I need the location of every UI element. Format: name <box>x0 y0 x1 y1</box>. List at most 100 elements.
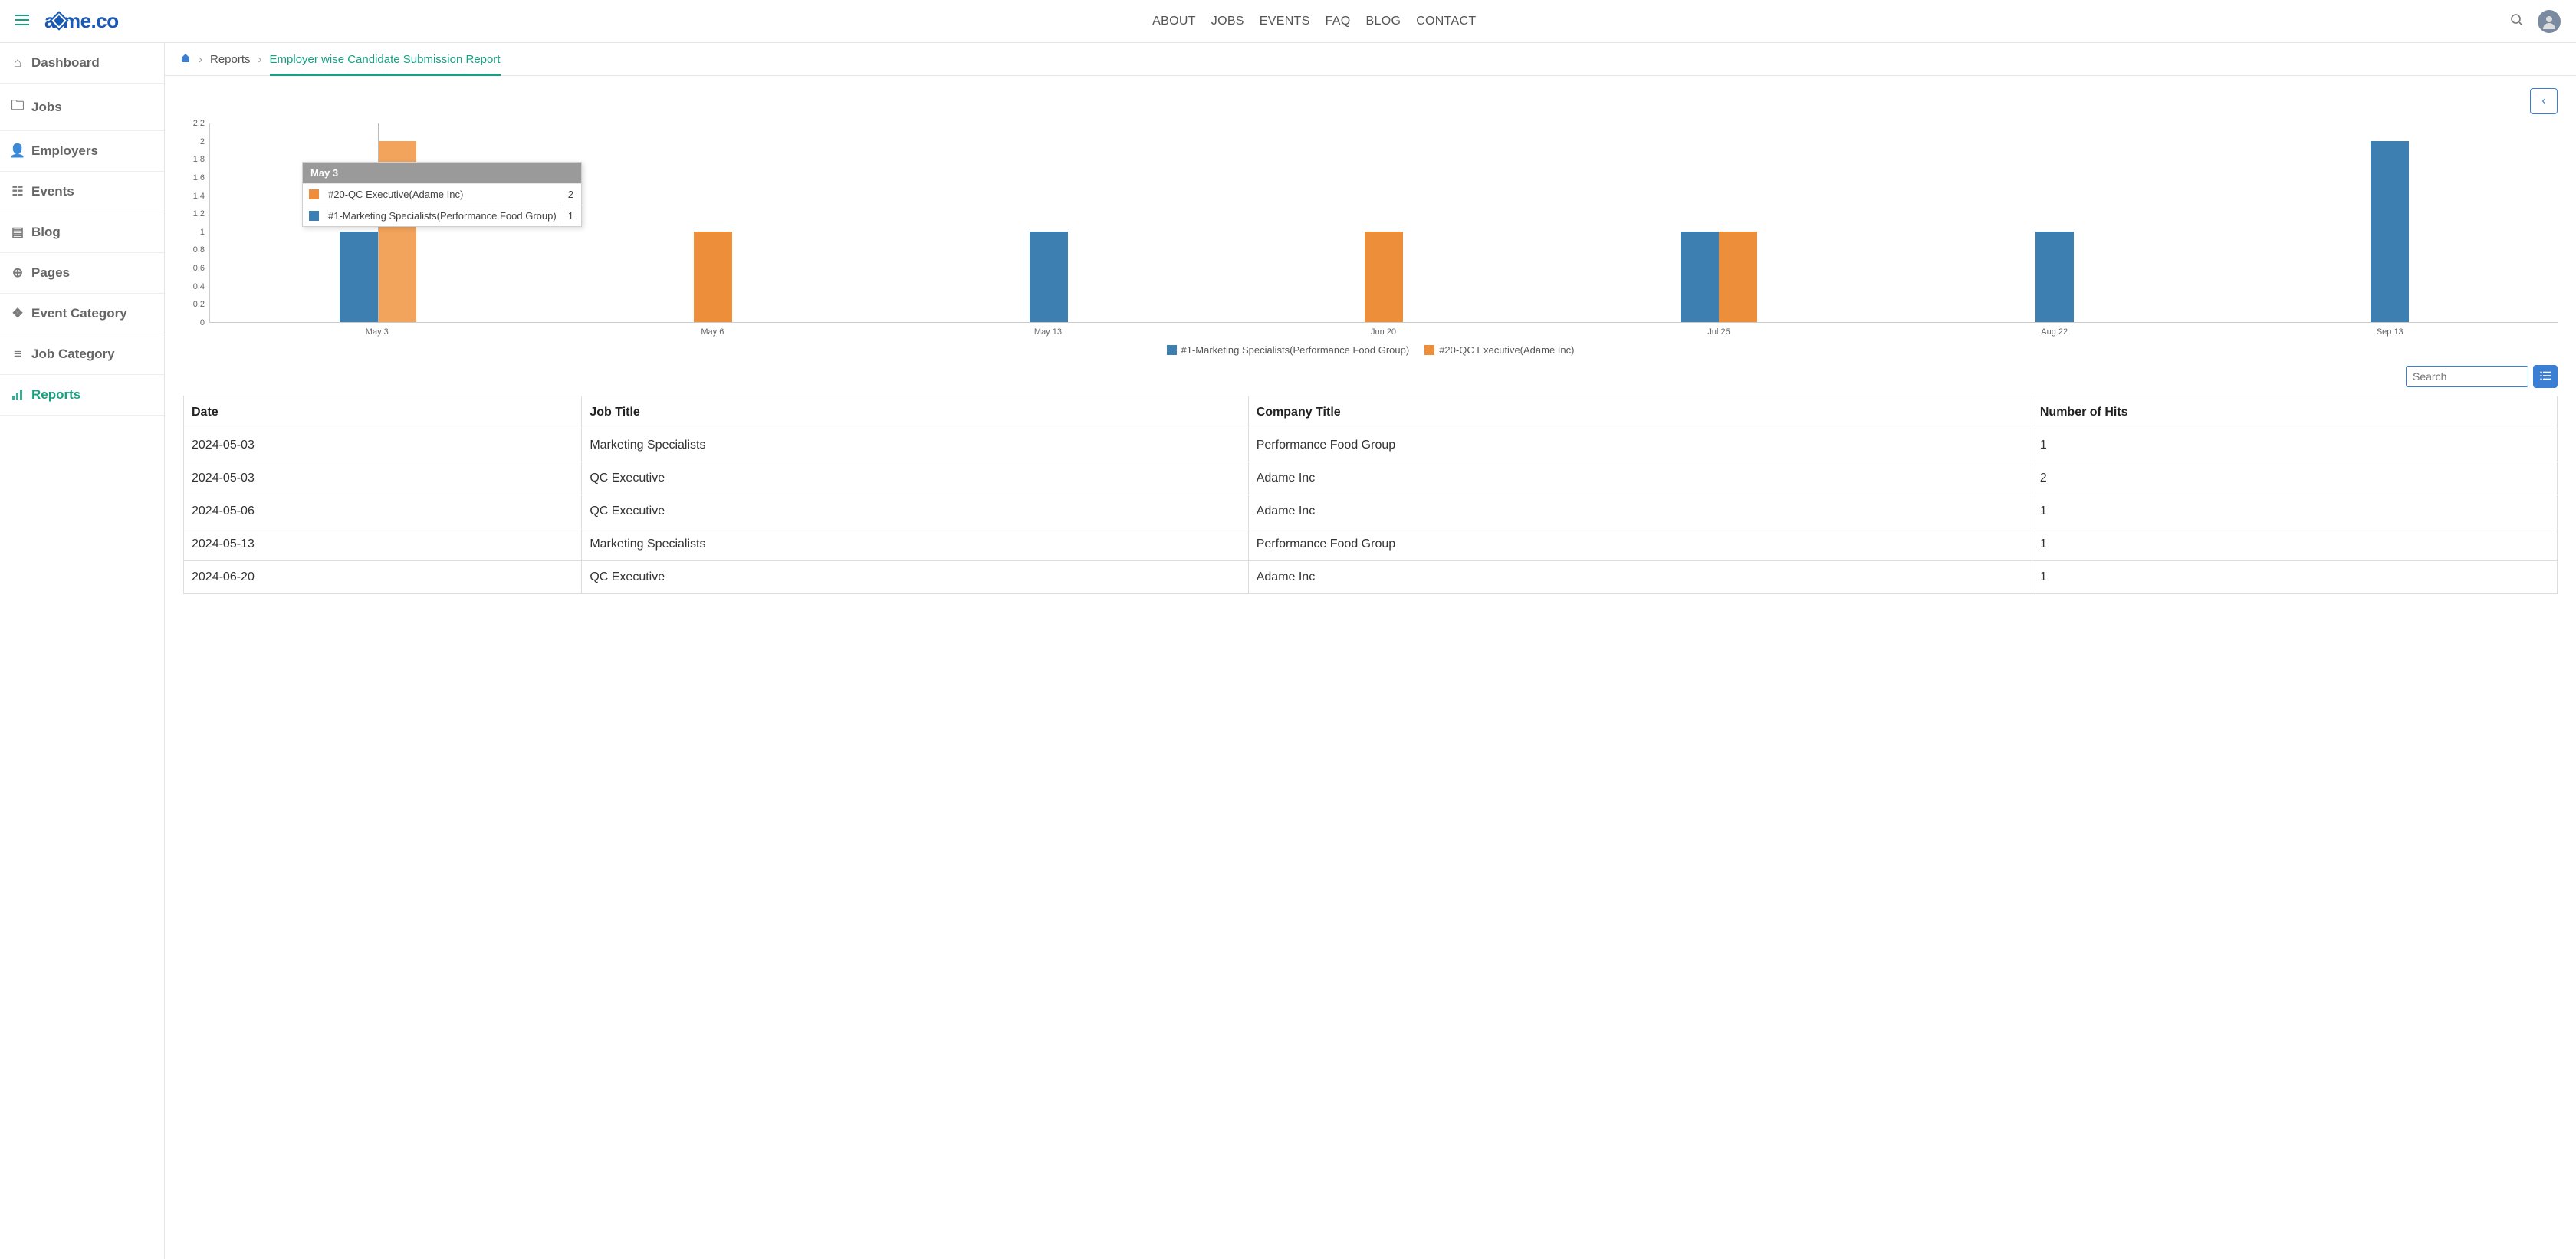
breadcrumb-reports[interactable]: Reports <box>210 53 251 66</box>
bar-blue[interactable] <box>340 232 378 322</box>
legend-item[interactable]: #20-QC Executive(Adame Inc) <box>1424 344 1574 356</box>
table-cell: 2024-05-06 <box>184 495 582 528</box>
table-header[interactable]: Number of Hits <box>2032 396 2557 429</box>
chart: 00.20.40.60.811.21.41.61.822.2 May 3 #20… <box>165 114 2576 360</box>
search-icon[interactable] <box>2510 13 2524 29</box>
table-header[interactable]: Company Title <box>1248 396 2032 429</box>
nav-events[interactable]: EVENTS <box>1260 15 1310 28</box>
tooltip-label: #20-QC Executive(Adame Inc) <box>325 184 560 205</box>
nav-about[interactable]: ABOUT <box>1152 15 1196 28</box>
bar-blue[interactable] <box>2371 141 2409 322</box>
header: ame.co ABOUT JOBS EVENTS FAQ BLOG CONTAC… <box>0 0 2576 43</box>
calendar-icon: ☷ <box>12 184 24 199</box>
breadcrumb: › Reports › Employer wise Candidate Subm… <box>165 43 2576 76</box>
logo[interactable]: ame.co <box>44 9 119 33</box>
bar-group[interactable] <box>545 123 880 322</box>
sidebar-item-jobs[interactable]: 🗀 Jobs <box>0 84 164 131</box>
sidebar-item-dashboard[interactable]: ⌂ Dashboard <box>0 43 164 84</box>
tooltip-label: #1-Marketing Specialists(Performance Foo… <box>325 205 560 226</box>
sidebar-item-event-category[interactable]: ❖ Event Category <box>0 294 164 334</box>
sidebar-item-label: Employers <box>31 143 98 159</box>
bar-orange[interactable] <box>694 232 732 322</box>
table-row[interactable]: 2024-05-06QC ExecutiveAdame Inc1 <box>184 495 2558 528</box>
list-icon: ≡ <box>12 347 24 362</box>
table-cell: QC Executive <box>582 495 1248 528</box>
y-tick: 2 <box>200 137 205 146</box>
x-label: Jul 25 <box>1551 323 1887 337</box>
sidebar: ⌂ Dashboard 🗀 Jobs 👤 Employers ☷ Events … <box>0 43 165 1259</box>
table-row[interactable]: 2024-05-03QC ExecutiveAdame Inc2 <box>184 462 2558 495</box>
top-nav: ABOUT JOBS EVENTS FAQ BLOG CONTACT <box>119 15 2510 28</box>
avatar[interactable] <box>2538 10 2561 33</box>
bar-group[interactable] <box>1216 123 1551 322</box>
bar-orange[interactable] <box>1365 232 1403 322</box>
table-header-row: Date Job Title Company Title Number of H… <box>184 396 2558 429</box>
swatch-icon <box>1167 345 1177 355</box>
sidebar-item-label: Events <box>31 184 74 199</box>
sidebar-item-label: Pages <box>31 265 70 281</box>
tooltip-value: 1 <box>560 205 581 226</box>
logo-suffix: me.co <box>63 9 119 32</box>
nav-jobs[interactable]: JOBS <box>1211 15 1244 28</box>
table-cell: 2024-05-13 <box>184 528 582 561</box>
search-input[interactable] <box>2406 366 2528 387</box>
sidebar-item-label: Event Category <box>31 306 127 321</box>
tooltip-row: #1-Marketing Specialists(Performance Foo… <box>303 205 581 226</box>
y-tick: 0.6 <box>193 264 205 273</box>
menu-toggle-icon[interactable] <box>15 15 29 28</box>
table-cell: 1 <box>2032 561 2557 594</box>
table-header[interactable]: Job Title <box>582 396 1248 429</box>
bar-blue[interactable] <box>1030 232 1068 322</box>
chart-plot[interactable]: May 3 #20-QC Executive(Adame Inc) 2 #1-M… <box>209 123 2558 323</box>
bar-group[interactable] <box>2223 123 2558 322</box>
chart-legend: #1-Marketing Specialists(Performance Foo… <box>183 337 2558 360</box>
nav-faq[interactable]: FAQ <box>1326 15 1351 28</box>
table-cell: 1 <box>2032 528 2557 561</box>
x-label: Jun 20 <box>1216 323 1552 337</box>
chevron-right-icon: › <box>258 53 262 66</box>
table-cell: 2024-05-03 <box>184 462 582 495</box>
tooltip-value: 2 <box>560 184 581 205</box>
breadcrumb-home-icon[interactable] <box>180 52 191 66</box>
y-tick: 0.4 <box>193 282 205 291</box>
sidebar-item-reports[interactable]: Reports <box>0 375 164 416</box>
bar-blue[interactable] <box>2036 232 2074 322</box>
table-cell: 1 <box>2032 495 2557 528</box>
table-row[interactable]: 2024-05-03Marketing SpecialistsPerforman… <box>184 429 2558 462</box>
sidebar-item-label: Blog <box>31 225 61 240</box>
table-cell: 1 <box>2032 429 2557 462</box>
nav-contact[interactable]: CONTACT <box>1416 15 1476 28</box>
chart-y-axis: 00.20.40.60.811.21.41.61.822.2 <box>183 123 209 323</box>
table-cell: Marketing Specialists <box>582 528 1248 561</box>
bar-blue[interactable] <box>1681 232 1719 322</box>
sidebar-item-blog[interactable]: ▤ Blog <box>0 212 164 253</box>
bar-orange[interactable] <box>1719 232 1757 322</box>
swatch-icon <box>309 211 319 221</box>
legend-label: #20-QC Executive(Adame Inc) <box>1439 344 1574 356</box>
table-row[interactable]: 2024-05-13Marketing SpecialistsPerforman… <box>184 528 2558 561</box>
tooltip-title: May 3 <box>303 163 581 183</box>
collapse-panel-button[interactable]: ‹ <box>2530 88 2558 114</box>
table-header[interactable]: Date <box>184 396 582 429</box>
sidebar-item-job-category[interactable]: ≡ Job Category <box>0 334 164 375</box>
bar-group[interactable] <box>881 123 1216 322</box>
sidebar-item-label: Job Category <box>31 347 115 362</box>
table-cell: Adame Inc <box>1248 462 2032 495</box>
column-toggle-button[interactable] <box>2533 365 2558 388</box>
bar-group[interactable] <box>1552 123 1887 322</box>
x-label: Sep 13 <box>2222 323 2558 337</box>
legend-item[interactable]: #1-Marketing Specialists(Performance Foo… <box>1167 344 1410 356</box>
table-controls <box>165 360 2576 393</box>
sidebar-item-employers[interactable]: 👤 Employers <box>0 131 164 172</box>
globe-icon: ⊕ <box>12 265 24 281</box>
chart-tooltip: May 3 #20-QC Executive(Adame Inc) 2 #1-M… <box>302 162 582 227</box>
y-tick: 1.4 <box>193 192 205 201</box>
bar-chart-icon <box>12 390 24 400</box>
y-tick: 1.6 <box>193 173 205 182</box>
table-cell: Adame Inc <box>1248 561 2032 594</box>
table-row[interactable]: 2024-06-20QC ExecutiveAdame Inc1 <box>184 561 2558 594</box>
sidebar-item-pages[interactable]: ⊕ Pages <box>0 253 164 294</box>
bar-group[interactable] <box>1887 123 2222 322</box>
nav-blog[interactable]: BLOG <box>1366 15 1401 28</box>
sidebar-item-events[interactable]: ☷ Events <box>0 172 164 212</box>
